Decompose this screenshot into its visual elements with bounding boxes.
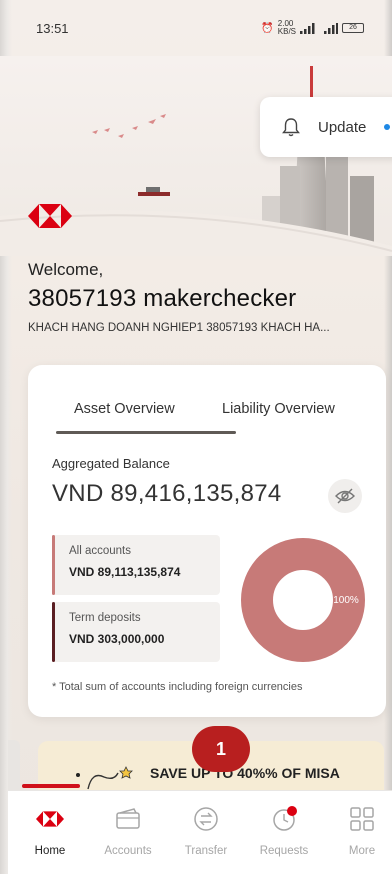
- balance-footnote: * Total sum of accounts including foreig…: [52, 681, 303, 693]
- nav-item-home[interactable]: Home: [14, 805, 86, 857]
- overview-card: Asset Overview Liability Overview Aggreg…: [28, 365, 386, 717]
- overview-tabs: Asset Overview Liability Overview: [28, 365, 386, 435]
- donut-percent-label: 100%: [333, 595, 359, 606]
- nav-label-more: More: [348, 845, 376, 857]
- update-notification-dot: [384, 124, 391, 130]
- signal-icon: [300, 22, 315, 34]
- eye-off-icon: [335, 488, 355, 504]
- hide-balance-button[interactable]: [328, 479, 362, 513]
- all-accounts-color-bar: [52, 535, 55, 595]
- term-deposits-color-bar: [52, 602, 55, 662]
- phone-screen: 13:51 ⏰ 2.00 KB/S 26 Update Welcome, 380…: [0, 0, 392, 874]
- hsbc-logo-icon: [36, 811, 64, 827]
- hsbc-logo-icon: [28, 204, 72, 228]
- nav-label-transfer: Transfer: [184, 845, 228, 857]
- nav-item-accounts[interactable]: Accounts: [92, 805, 164, 857]
- aggregated-balance-value: VND 89,416,135,874: [52, 480, 282, 507]
- company-name: KHACH HANG DOANH NGHIEP1 38057193 KHACH …: [28, 322, 330, 334]
- asset-donut-chart: 100%: [241, 538, 365, 662]
- aggregated-balance-label: Aggregated Balance: [52, 456, 170, 471]
- nav-label-home: Home: [34, 845, 66, 857]
- bell-icon: [282, 118, 300, 137]
- nav-label-requests: Requests: [259, 845, 309, 857]
- clock-icon: [273, 806, 297, 831]
- all-accounts-label: All accounts: [69, 545, 132, 557]
- grid-icon: [350, 807, 374, 831]
- transfer-icon: [194, 807, 218, 831]
- all-accounts-summary[interactable]: All accounts VND 89,113,135,874: [52, 535, 220, 595]
- welcome-greeting: Welcome,: [28, 260, 104, 279]
- user-name: 38057193 makerchecker: [28, 285, 297, 312]
- status-icons: ⏰ 2.00 KB/S 26: [261, 20, 364, 36]
- all-accounts-value: VND 89,113,135,874: [69, 565, 181, 579]
- promo-red-accent: [22, 784, 80, 788]
- term-deposits-value: VND 303,000,000: [69, 632, 165, 646]
- nav-label-accounts: Accounts: [104, 845, 152, 857]
- status-bar: 13:51 ⏰ 2.00 KB/S 26: [0, 0, 392, 56]
- alarm-icon: ⏰: [261, 22, 274, 34]
- tab-liability-overview[interactable]: Liability Overview: [222, 401, 335, 417]
- active-tab-indicator: [56, 431, 236, 434]
- term-deposits-summary[interactable]: Term deposits VND 303,000,000: [52, 602, 220, 662]
- nav-item-more[interactable]: More: [326, 805, 392, 857]
- bottom-nav: Home Accounts Transfer Requests More: [8, 790, 392, 874]
- update-label: Update: [318, 118, 367, 136]
- network-speed: 2.00 KB/S: [277, 19, 296, 36]
- tab-asset-overview[interactable]: Asset Overview: [74, 401, 175, 417]
- step-badge: 1: [192, 726, 250, 772]
- battery-icon: 26: [342, 23, 364, 33]
- wallet-icon: [116, 808, 140, 829]
- signal-icon-2: [324, 22, 338, 34]
- promo-text: SAVE UP TO 40%% OF MISA: [150, 765, 340, 781]
- nav-item-requests[interactable]: Requests: [248, 805, 320, 857]
- term-deposits-label: Term deposits: [69, 612, 141, 624]
- nav-item-transfer[interactable]: Transfer: [170, 805, 242, 857]
- update-button[interactable]: Update: [260, 97, 392, 157]
- status-time: 13:51: [36, 20, 69, 36]
